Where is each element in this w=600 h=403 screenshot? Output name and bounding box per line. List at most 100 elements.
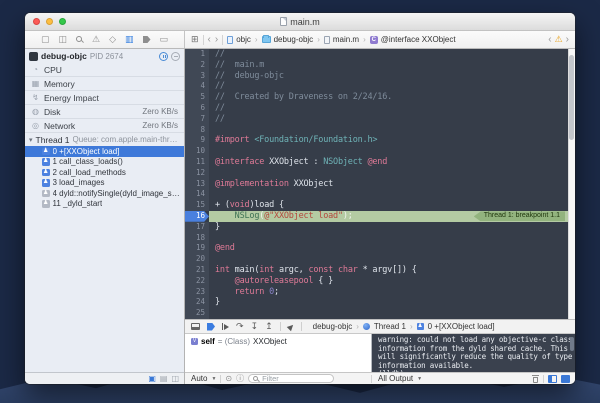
stack-frame-row[interactable]: ♟11 _dyld_start [25, 199, 184, 210]
debug-area: Vself= (Class)XXObject warning: could no… [185, 334, 575, 372]
code-line[interactable]: 18 [185, 233, 575, 244]
gauge-value: Zero KB/s [142, 107, 178, 116]
step-out-icon[interactable]: ↥ [265, 322, 273, 331]
breadcrumb-item[interactable]: objc [227, 35, 251, 44]
code-line[interactable]: 1// [185, 49, 575, 60]
variable-row[interactable]: Vself= (Class)XXObject [191, 337, 371, 346]
show-threads-view-icon[interactable]: ▤ [160, 375, 168, 383]
stack-frame-row[interactable]: ♟0 +[XXObject load] [25, 146, 184, 157]
report-navigator-icon[interactable]: ▭ [160, 35, 169, 44]
code-line[interactable]: 22 @autoreleasepool { } [185, 276, 575, 287]
symbol-navigator-icon[interactable]: ◫ [58, 35, 67, 44]
gauge-row-network[interactable]: ◎NetworkZero KB/s [25, 119, 184, 133]
code-line[interactable]: 13@implementation XXObject [185, 179, 575, 190]
process-name: debug-objc [41, 51, 87, 61]
breakpoint-navigator-icon[interactable] [143, 36, 151, 43]
issue-navigator-icon[interactable]: ⚠ [92, 35, 100, 44]
gauge-row-energy[interactable]: ↯Energy Impact [25, 91, 184, 105]
back-button[interactable]: ‹ [208, 34, 211, 45]
line-number: 5 [185, 92, 209, 103]
variables-scope-menu[interactable]: Auto [191, 374, 207, 383]
info-icon[interactable]: ⓘ [236, 375, 244, 383]
variables-view[interactable]: Vself= (Class)XXObject [185, 334, 371, 372]
process-options-icon[interactable] [171, 52, 180, 61]
console-scope-menu[interactable]: All Output [378, 374, 413, 383]
code-line[interactable]: 6// [185, 103, 575, 114]
document-proxy-icon[interactable] [280, 17, 287, 26]
code-line[interactable]: 4// [185, 81, 575, 92]
code-line[interactable]: 14 [185, 189, 575, 200]
debug-breadcrumb-label[interactable]: Thread 1 [374, 322, 406, 331]
pause-process-icon[interactable] [159, 52, 168, 61]
source-editor[interactable]: 1//2// main.m3// debug-objc4//5// Create… [185, 49, 575, 319]
code-line[interactable]: 8 [185, 125, 575, 136]
simulate-location-icon[interactable] [286, 322, 294, 330]
show-variables-pane-icon[interactable] [548, 375, 557, 383]
related-items-icon[interactable]: ⊞ [191, 34, 199, 45]
code-line[interactable]: 20 [185, 254, 575, 265]
show-stack-frames-filter-icon[interactable]: ▣ [148, 375, 156, 383]
stack-frame-row[interactable]: ♟2 call_load_methods [25, 167, 184, 178]
step-over-icon[interactable]: ↷ [236, 322, 244, 331]
code-line[interactable]: 2// main.m [185, 60, 575, 71]
debug-navigator-icon[interactable]: ▥ [125, 35, 134, 44]
debug-navigator: debug-objc PID 2674 ◔CPU▦Memory↯Energy I… [25, 49, 185, 384]
show-console-pane-icon[interactable] [561, 375, 570, 383]
breakpoint-marker[interactable]: 16 [185, 211, 209, 222]
editor-scrollbar-thumb[interactable] [569, 55, 574, 140]
gauge-row-disk[interactable]: ◍DiskZero KB/s [25, 105, 184, 119]
breakpoint-highlight-line[interactable]: 16 NSLog(@"XXObject load");Thread 1: bre… [185, 211, 575, 222]
variables-filter-field[interactable] [248, 374, 334, 383]
debug-bar-divider [301, 322, 302, 331]
code-line[interactable]: 23 return 0; [185, 287, 575, 298]
find-navigator-icon[interactable] [76, 36, 83, 43]
disclosure-triangle-icon[interactable]: ▾ [29, 136, 33, 144]
code-line[interactable]: 3// debug-objc [185, 71, 575, 82]
code-line[interactable]: 24} [185, 297, 575, 308]
code-line[interactable]: 15+ (void)load { [185, 200, 575, 211]
line-number: 1 [185, 49, 209, 60]
gauge-row-cpu[interactable]: ◔CPU [25, 63, 184, 77]
stack-frame-row[interactable]: ♟3 load_images [25, 178, 184, 189]
step-into-icon[interactable]: ↧ [251, 322, 259, 331]
thread-row[interactable]: ▾ Thread 1 Queue: com.apple.main-thread … [25, 133, 184, 146]
gauge-row-memory[interactable]: ▦Memory [25, 77, 184, 91]
continue-icon[interactable] [222, 323, 229, 330]
stack-frame-row[interactable]: ♟4 dyld::notifySingle(dyld_image_states,… [25, 188, 184, 199]
previous-issue-button[interactable]: ‹ [548, 34, 551, 45]
hide-debug-area-icon[interactable] [191, 323, 200, 330]
stack-frame-row[interactable]: ♟1 call_class_loads() [25, 157, 184, 168]
editor-scrollbar[interactable] [568, 49, 575, 319]
next-issue-button[interactable]: › [566, 34, 569, 45]
filter-input[interactable] [262, 374, 322, 383]
debug-breadcrumb-label[interactable]: debug-objc [313, 322, 353, 331]
breakpoint-badge[interactable]: Thread 1: breakpoint 1.1 [474, 211, 565, 221]
warning-icon[interactable]: ⚠ [555, 35, 563, 44]
clear-console-icon[interactable] [532, 375, 539, 383]
code-text: #import <Foundation/Foundation.h> [209, 135, 575, 146]
breakpoints-toggle-icon[interactable] [207, 323, 215, 331]
code-line[interactable]: 25 [185, 308, 575, 319]
console-view[interactable]: warning: could not load any objective-c … [372, 334, 575, 372]
breadcrumb-item[interactable]: C@interface XXObject [370, 35, 456, 44]
code-line[interactable]: 19@end [185, 243, 575, 254]
project-navigator-icon[interactable]: ▢ [41, 35, 50, 44]
title-bar[interactable]: main.m [25, 13, 575, 31]
console-scrollbar-thumb[interactable] [570, 337, 574, 351]
breadcrumb-item[interactable]: main.m [324, 35, 359, 44]
code-line[interactable]: 5// Created by Draveness on 2/24/16. [185, 92, 575, 103]
breadcrumb-item[interactable]: debug-objc [262, 35, 314, 44]
show-process-view-icon[interactable]: ◫ [171, 375, 179, 383]
code-line[interactable]: 7// [185, 114, 575, 125]
quick-look-icon[interactable]: ⊙ [225, 375, 232, 383]
forward-button[interactable]: › [215, 34, 218, 45]
code-line[interactable]: 17} [185, 222, 575, 233]
code-line[interactable]: 10 [185, 146, 575, 157]
process-row[interactable]: debug-objc PID 2674 [25, 49, 184, 63]
test-navigator-icon[interactable]: ◇ [109, 35, 116, 44]
code-line[interactable]: 21int main(int argc, const char * argv[]… [185, 265, 575, 276]
code-line[interactable]: 9#import <Foundation/Foundation.h> [185, 135, 575, 146]
code-line[interactable]: 12 [185, 168, 575, 179]
code-line[interactable]: 11@interface XXObject : NSObject @end [185, 157, 575, 168]
debug-breadcrumb-label[interactable]: 0 +[XXObject load] [428, 322, 495, 331]
